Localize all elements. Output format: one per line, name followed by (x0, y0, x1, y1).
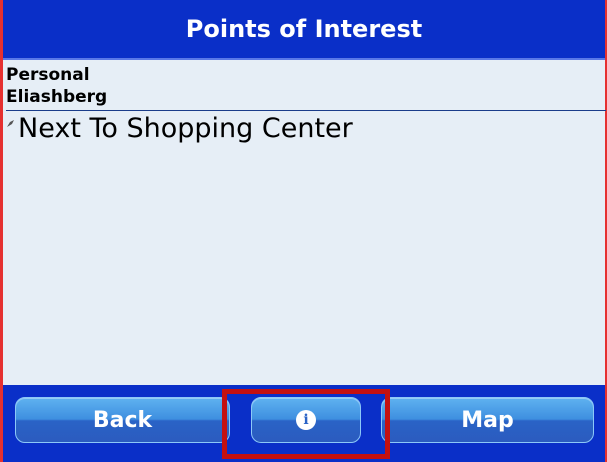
page-title: Points of Interest (185, 15, 423, 43)
back-button-label: Back (92, 407, 153, 433)
poi-label: Next To Shopping Center (18, 113, 353, 144)
map-button[interactable]: Map (381, 397, 594, 443)
subcategory-label: Eliashberg (6, 87, 108, 107)
poi-list-panel: Personal Eliashberg Next To Shopping Cen… (3, 60, 606, 385)
back-button[interactable]: Back (15, 397, 230, 443)
divider (6, 110, 606, 111)
highlight-box (222, 389, 390, 459)
pin-icon (6, 119, 15, 128)
category-label: Personal (6, 65, 90, 85)
title-bar: Points of Interest (3, 0, 605, 60)
map-button-label: Map (461, 407, 514, 433)
list-item[interactable]: Next To Shopping Center (6, 114, 353, 144)
